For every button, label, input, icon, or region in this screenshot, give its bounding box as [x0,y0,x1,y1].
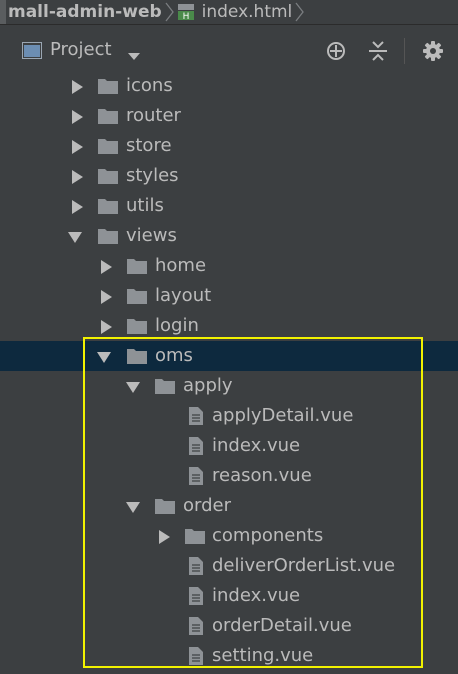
folder-icon [127,287,147,305]
expand-arrow-icon[interactable] [70,109,84,124]
tree-label: components [212,525,324,546]
tree-label: oms [155,345,193,366]
tree-label: orderDetail.vue [212,615,352,636]
folder-icon [98,107,118,125]
collapse-all-icon[interactable] [367,40,389,62]
tree-label: index.vue [212,435,301,456]
breadcrumb-gutter [0,0,6,24]
tree-label: views [126,225,177,246]
folder-icon [98,227,118,245]
tree-label: deliverOrderList.vue [212,555,396,576]
folder-icon [127,257,147,275]
folder-icon [155,377,175,395]
breadcrumb-file[interactable]: index.html [202,2,293,22]
toolbar-divider [404,38,405,64]
folder-icon [98,137,118,155]
tree-folder-styles[interactable]: styles [0,161,458,191]
expand-arrow-icon[interactable] [70,139,84,154]
tree-folder-router[interactable]: router [0,101,458,131]
tree-label: store [126,135,172,156]
project-view-icon [22,42,42,59]
locate-icon[interactable] [325,40,347,62]
project-toolbar: Project [0,26,458,74]
collapse-arrow-icon[interactable] [126,379,140,393]
file-icon [186,647,206,665]
tree-label: styles [126,165,179,186]
tree-label: icons [126,75,173,96]
expand-arrow-icon[interactable] [70,79,84,94]
file-icon [186,407,206,425]
tree-label: utils [126,195,164,216]
svg-text:H: H [182,12,189,21]
folder-icon [98,167,118,185]
tree-label: router [126,105,181,126]
tree-folder-oms[interactable]: oms [0,341,458,371]
tree-folder-store[interactable]: store [0,131,458,161]
project-tree[interactable]: icons router store styles utils views ho… [0,71,458,674]
expand-arrow-icon[interactable] [157,529,171,544]
file-icon [186,587,206,605]
folder-icon [98,77,118,95]
tree-folder-home[interactable]: home [0,251,458,281]
chevron-right-icon [292,0,306,24]
tree-file-order-index[interactable]: index.vue [0,581,458,611]
tree-folder-utils[interactable]: utils [0,191,458,221]
tree-folder-login[interactable]: login [0,311,458,341]
tree-file-applydetail[interactable]: applyDetail.vue [0,401,458,431]
gear-icon[interactable] [422,40,444,62]
tree-folder-apply[interactable]: apply [0,371,458,401]
html-file-icon: H [176,3,196,22]
tree-folder-icons[interactable]: icons [0,71,458,101]
collapse-arrow-icon[interactable] [126,499,140,513]
file-icon [186,467,206,485]
chevron-right-icon [162,0,176,24]
tree-file-deliverorderlist[interactable]: deliverOrderList.vue [0,551,458,581]
tree-folder-layout[interactable]: layout [0,281,458,311]
tree-file-setting[interactable]: setting.vue [0,641,458,671]
folder-icon [98,197,118,215]
tree-folder-order[interactable]: order [0,491,458,521]
project-view-selector[interactable]: Project [50,39,112,60]
tree-label: login [155,315,199,336]
tree-folder-views[interactable]: views [0,221,458,251]
tree-file-reason[interactable]: reason.vue [0,461,458,491]
tree-label: index.vue [212,585,301,606]
folder-icon [127,317,147,335]
tree-label: applyDetail.vue [212,405,354,426]
tree-label: setting.vue [212,645,314,666]
file-icon [186,557,206,575]
tree-file-orderdetail[interactable]: orderDetail.vue [0,611,458,641]
chevron-down-icon[interactable] [128,46,140,60]
collapse-arrow-icon[interactable] [68,229,82,243]
folder-icon [155,497,175,515]
tree-folder-components[interactable]: components [0,521,458,551]
tree-label: layout [155,285,212,306]
expand-arrow-icon[interactable] [70,199,84,214]
collapse-arrow-icon[interactable] [97,349,111,363]
breadcrumb-project[interactable]: mall-admin-web [8,2,162,22]
folder-icon [127,347,147,365]
expand-arrow-icon[interactable] [99,319,113,334]
file-icon [186,437,206,455]
tree-file-apply-index[interactable]: index.vue [0,431,458,461]
breadcrumb: mall-admin-web H index.html [0,0,458,25]
tree-label: reason.vue [212,465,312,486]
tree-label: order [183,495,231,516]
tree-label: home [155,255,207,276]
expand-arrow-icon[interactable] [99,259,113,274]
expand-arrow-icon[interactable] [99,289,113,304]
file-icon [186,617,206,635]
folder-icon [185,527,205,545]
tree-label: apply [183,375,233,396]
expand-arrow-icon[interactable] [70,169,84,184]
